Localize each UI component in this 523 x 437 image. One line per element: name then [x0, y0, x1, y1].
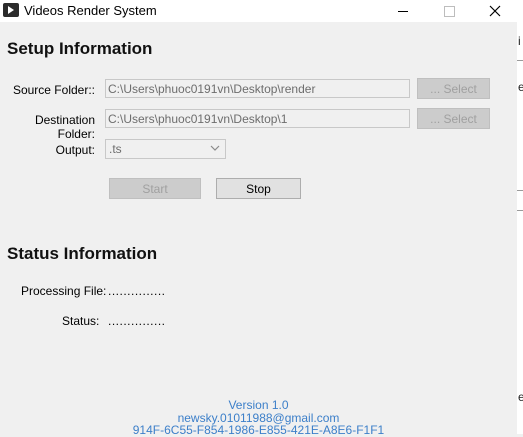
output-label: Output: — [55, 143, 95, 157]
backdrop-text-1: i — [518, 34, 521, 48]
status-value: ............... — [108, 314, 166, 328]
background-window: i e e — [517, 0, 523, 434]
backdrop-divider — [517, 210, 523, 211]
processing-file-value: ............... — [108, 284, 166, 298]
chevron-down-icon — [210, 145, 220, 151]
processing-file-label: Processing File: — [21, 284, 107, 298]
start-button[interactable]: Start — [109, 178, 201, 199]
close-icon — [489, 5, 501, 17]
license-key: 914F-6C55-F854-1986-E855-421E-A8E6-F1F1 — [132, 423, 385, 437]
backdrop-text-3: e — [518, 390, 523, 404]
output-format-value: .ts — [109, 142, 122, 156]
setup-heading: Setup Information — [7, 39, 153, 58]
status-label: Status: — [62, 314, 100, 328]
version-text: Version 1.0 — [228, 398, 289, 412]
output-format-select[interactable]: .ts — [105, 139, 226, 159]
source-folder-field[interactable]: C:\Users\phuoc0191vn\Desktop\render — [105, 79, 410, 98]
status-heading: Status Information — [7, 244, 158, 263]
maximize-icon — [443, 5, 455, 17]
destination-select-button[interactable]: ... Select — [417, 108, 490, 129]
app-icon — [3, 3, 19, 17]
minimize-button[interactable] — [380, 0, 426, 22]
minimize-icon — [398, 10, 408, 12]
backdrop-divider — [517, 190, 523, 191]
backdrop-divider — [517, 60, 523, 61]
main-window: Videos Render System Setup Information S… — [0, 0, 518, 437]
destination-folder-label: Destination Folder: — [34, 113, 95, 141]
close-button[interactable] — [472, 0, 518, 22]
title-bar[interactable]: Videos Render System — [0, 0, 517, 22]
backdrop-text-2: e — [518, 80, 523, 94]
source-folder-label: Source Folder:: — [12, 83, 95, 97]
maximize-button[interactable] — [426, 0, 472, 22]
stop-button[interactable]: Stop — [216, 178, 301, 199]
window-title: Videos Render System — [24, 3, 157, 18]
destination-folder-field[interactable]: C:\Users\phuoc0191vn\Desktop\1 — [105, 109, 410, 128]
source-select-button[interactable]: ... Select — [417, 78, 490, 99]
